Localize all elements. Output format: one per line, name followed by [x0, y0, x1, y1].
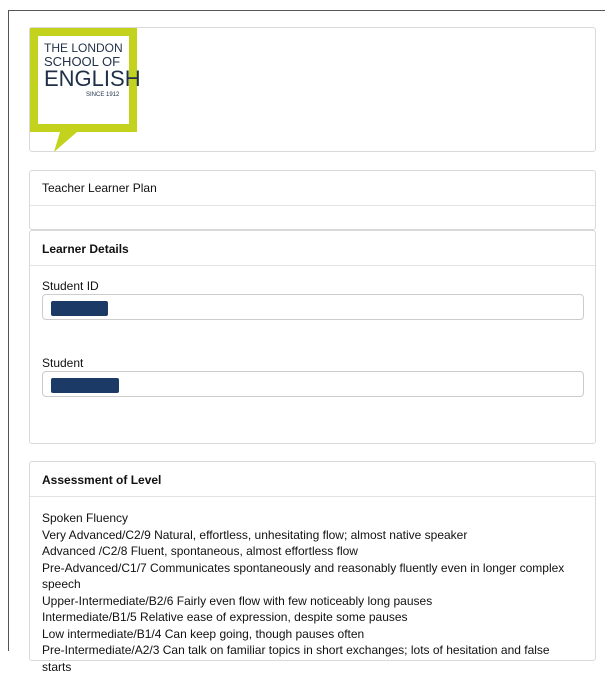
frame-left-border — [8, 10, 9, 651]
frame-top-border — [8, 10, 605, 11]
logo-since: SINCE 1912 — [86, 92, 120, 98]
student-id-label: Student ID — [42, 279, 99, 293]
assessment-line: Pre-Intermediate/A2/3 Can talk on famili… — [42, 643, 550, 674]
student-id-field[interactable] — [42, 294, 584, 320]
assessment-card: Assessment of Level Spoken Fluency Very … — [29, 461, 596, 674]
assessment-header: Assessment of Level — [30, 462, 595, 497]
assessment-line: Low intermediate/B1/4 Can keep going, th… — [42, 626, 365, 641]
plan-title: Teacher Learner Plan — [42, 181, 157, 195]
assessment-line: Very Advanced/C2/9 Natural, effortless, … — [42, 527, 468, 542]
plan-card: Teacher Learner Plan — [29, 170, 596, 230]
logo-line1: THE LONDON — [44, 41, 123, 55]
learner-details-header: Learner Details — [30, 231, 595, 266]
assessment-text: Spoken Fluency Very Advanced/C2/9 Natura… — [42, 510, 567, 675]
assessment-heading: Assessment of Level — [42, 473, 162, 487]
learner-details-card: Learner Details Student ID Student — [29, 230, 596, 444]
plan-divider — [30, 205, 595, 206]
student-field[interactable] — [42, 371, 584, 397]
assessment-line: Advanced /C2/8 Fluent, spontaneous, almo… — [42, 544, 358, 558]
assessment-line: Pre-Advanced/C1/7 Communicates spontaneo… — [42, 560, 565, 592]
school-logo: THE LONDON SCHOOL OF ENGLISH SINCE 1912 — [30, 28, 140, 152]
assessment-line: Spoken Fluency — [42, 511, 129, 525]
learner-details-heading: Learner Details — [42, 242, 129, 256]
assessment-line: Upper-Intermediate/B2/6 Fairly even flow… — [42, 593, 433, 608]
student-label: Student — [42, 356, 84, 370]
logo-line3: ENGLISH — [44, 66, 140, 91]
redacted-value — [51, 301, 108, 316]
redacted-value — [51, 378, 119, 393]
assessment-line: Intermediate/B1/5 Relative ease of expre… — [42, 610, 408, 624]
logo-card: THE LONDON SCHOOL OF ENGLISH SINCE 1912 — [29, 27, 596, 152]
